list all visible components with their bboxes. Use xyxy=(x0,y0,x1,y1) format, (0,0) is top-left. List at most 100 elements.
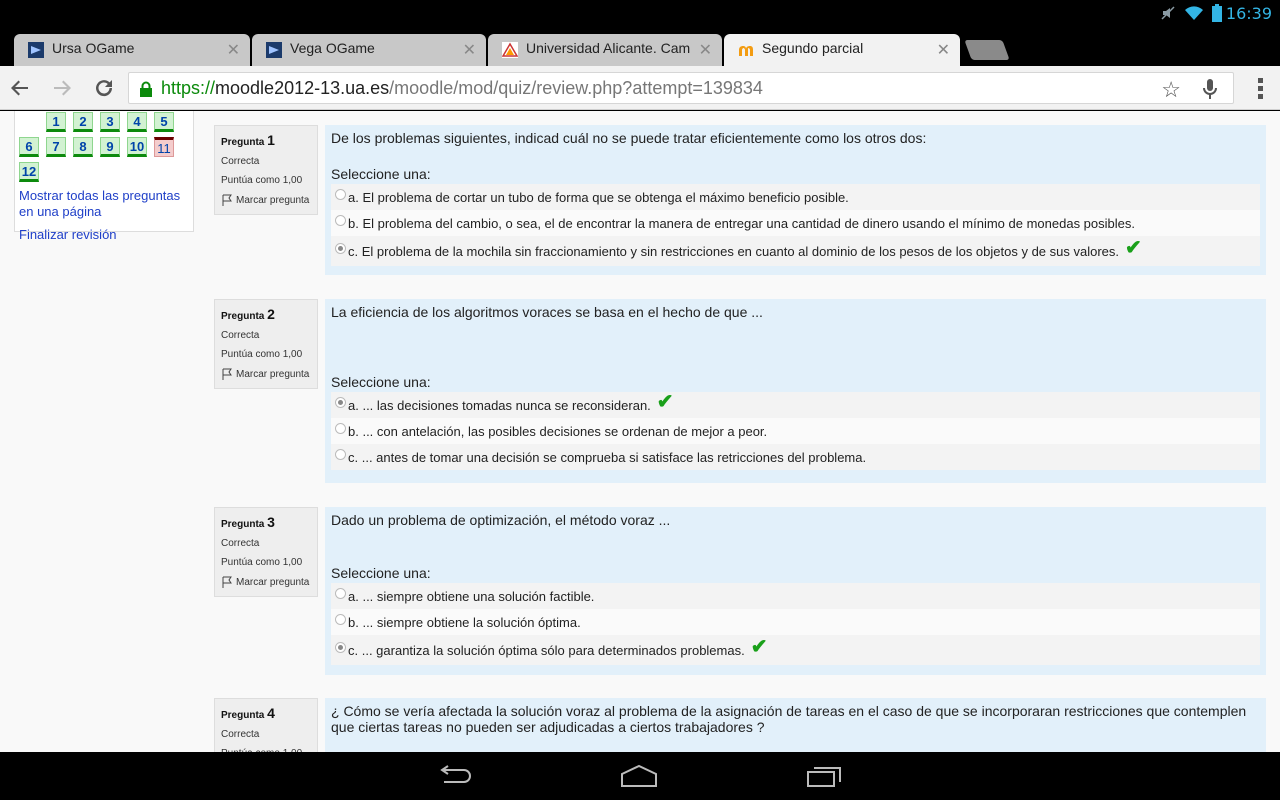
radio-button[interactable] xyxy=(335,396,346,408)
question-nav-button-10[interactable]: 10 xyxy=(127,137,147,157)
finish-review-link[interactable]: Finalizar revisión xyxy=(19,227,189,243)
recent-apps-icon[interactable] xyxy=(806,764,842,788)
answer-option[interactable]: c. El problema de la mochila sin fraccio… xyxy=(331,236,1260,266)
radio-button[interactable] xyxy=(335,422,346,434)
answer-options: a. El problema de cortar un tubo de form… xyxy=(331,184,1260,266)
system-navigation-bar xyxy=(0,752,1280,800)
quiz-nav-links: Mostrar todas las preguntas en una págin… xyxy=(19,188,189,243)
tab-title: Vega OGame xyxy=(290,40,375,56)
radio-button[interactable] xyxy=(335,587,346,599)
tab-universidad-alicante[interactable]: Universidad Alicante. Cam ✕ xyxy=(488,34,722,66)
answer-option[interactable]: b. ... siempre obtiene la solución óptim… xyxy=(331,609,1260,635)
url-scheme: https:// xyxy=(161,78,216,98)
quiz-navigation-block: 1 1 2 3 4 5 6 7 8 9 10 11 12 Mostrar tod… xyxy=(14,111,194,242)
reload-button[interactable] xyxy=(92,76,116,100)
question-grade: Puntúa como 1,00 xyxy=(221,175,303,186)
new-tab-button[interactable] xyxy=(964,40,1010,60)
question-content: Dado un problema de optimización, el mét… xyxy=(325,507,1266,675)
question-grade: Puntúa como 1,00 xyxy=(221,349,303,360)
question-number: Pregunta 4 xyxy=(221,705,275,721)
radio-button[interactable] xyxy=(335,214,346,226)
close-tab-icon[interactable]: ✕ xyxy=(937,40,950,60)
page-content: 1 1 2 3 4 5 6 7 8 9 10 11 12 Mostrar tod… xyxy=(0,111,1280,752)
question-info: Pregunta 3 Correcta Puntúa como 1,00 Mar… xyxy=(214,507,318,597)
answer-option[interactable]: b. El problema del cambio, o sea, el de … xyxy=(331,210,1260,236)
question-content: La eficiencia de los algoritmos voraces … xyxy=(325,299,1266,483)
status-icons xyxy=(1160,4,1222,22)
question-state: Correcta xyxy=(221,330,260,341)
question-state: Correcta xyxy=(221,156,260,167)
question-text: De los problemas siguientes, indicad cuá… xyxy=(331,130,927,146)
question-nav-button-1[interactable]: 1 xyxy=(46,112,66,132)
question-number: Pregunta 2 xyxy=(221,306,275,322)
question-1: Pregunta 1 Correcta Puntúa como 1,00 Mar… xyxy=(214,125,1266,275)
tab-title: Segundo parcial xyxy=(762,40,864,56)
close-tab-icon[interactable]: ✕ xyxy=(699,40,712,60)
tab-ursa-ogame[interactable]: Ursa OGame ✕ xyxy=(14,34,250,66)
answer-option[interactable]: a. ... las decisiones tomadas nunca se r… xyxy=(331,392,1260,418)
question-nav-buttons: 1 1 2 3 4 5 6 7 8 9 10 11 12 xyxy=(19,112,189,182)
answer-prompt: Seleccione una: xyxy=(331,374,431,390)
question-number: Pregunta 3 xyxy=(221,514,275,530)
show-all-questions-link[interactable]: Mostrar todas las preguntas en una págin… xyxy=(19,188,189,220)
tab-segundo-parcial[interactable]: Segundo parcial ✕ xyxy=(724,34,960,66)
question-nav-button-8[interactable]: 8 xyxy=(73,137,93,157)
question-nav-button-4[interactable]: 4 xyxy=(127,112,147,132)
answer-option[interactable]: a. El problema de cortar un tubo de form… xyxy=(331,184,1260,210)
flag-question-button[interactable]: Marcar pregunta xyxy=(221,368,311,380)
close-tab-icon[interactable]: ✕ xyxy=(227,40,240,60)
question-nav-button-6[interactable]: 6 xyxy=(19,137,39,157)
radio-button[interactable] xyxy=(335,448,346,460)
tab-vega-ogame[interactable]: Vega OGame ✕ xyxy=(252,34,486,66)
question-info: Pregunta 1 Correcta Puntúa como 1,00 Mar… xyxy=(214,125,318,215)
question-nav-button-7[interactable]: 7 xyxy=(46,137,66,157)
answer-option[interactable]: a. ... siempre obtiene una solución fact… xyxy=(331,583,1260,609)
question-2: Pregunta 2 Correcta Puntúa como 1,00 Mar… xyxy=(214,299,1266,483)
close-tab-icon[interactable]: ✕ xyxy=(463,40,476,60)
moodle-favicon-icon xyxy=(739,46,753,56)
menu-icon[interactable] xyxy=(1258,78,1264,102)
address-bar[interactable]: https://moodle2012-13.ua.es/moodle/mod/q… xyxy=(128,72,1234,104)
radio-button[interactable] xyxy=(335,188,346,200)
back-nav-icon[interactable] xyxy=(438,764,474,788)
question-info: Pregunta 2 Correcta Puntúa como 1,00 Mar… xyxy=(214,299,318,389)
answer-options: a. ... las decisiones tomadas nunca se r… xyxy=(331,392,1260,470)
system-status-bar: 16:39 xyxy=(0,0,1280,26)
question-4: Pregunta 4 Correcta Puntúa como 1,00 ¿ C… xyxy=(214,698,1266,752)
question-nav-button-12[interactable]: 12 xyxy=(19,162,39,182)
answer-prompt: Seleccione una: xyxy=(331,565,431,581)
answer-option[interactable]: b. ... con antelación, las posibles deci… xyxy=(331,418,1260,444)
question-content: De los problemas siguientes, indicad cuá… xyxy=(325,125,1266,275)
answer-option[interactable]: c. ... garantiza la solución óptima sólo… xyxy=(331,635,1260,665)
ogame-favicon-icon xyxy=(266,42,282,58)
answer-option[interactable]: c. ... antes de tomar una decisión se co… xyxy=(331,444,1260,470)
question-number: Pregunta 1 xyxy=(221,132,275,148)
forward-button[interactable] xyxy=(50,76,74,100)
back-button[interactable] xyxy=(8,76,32,100)
question-info: Pregunta 4 Correcta Puntúa como 1,00 xyxy=(214,698,318,752)
bookmark-star-icon[interactable]: ☆ xyxy=(1161,77,1181,103)
arrow-right-icon xyxy=(54,80,71,96)
question-nav-button-11[interactable]: 11 xyxy=(154,137,174,157)
flag-icon xyxy=(222,368,232,380)
answer-options: a. ... siempre obtiene una solución fact… xyxy=(331,583,1260,665)
question-nav-button-5[interactable]: 5 xyxy=(154,112,174,132)
correct-check-icon: ✔ xyxy=(656,391,674,413)
radio-button[interactable] xyxy=(335,613,346,625)
home-nav-icon[interactable] xyxy=(620,764,658,788)
url-text: https://moodle2012-13.ua.es/moodle/mod/q… xyxy=(161,78,763,99)
flag-icon xyxy=(222,194,232,206)
radio-button[interactable] xyxy=(335,641,346,653)
mute-icon xyxy=(1161,6,1175,20)
question-nav-button-9[interactable]: 9 xyxy=(100,137,120,157)
flag-question-button[interactable]: Marcar pregunta xyxy=(221,576,311,588)
question-nav-button-3[interactable]: 3 xyxy=(100,112,120,132)
microphone-icon[interactable] xyxy=(1203,78,1217,100)
radio-button[interactable] xyxy=(335,242,346,254)
flag-question-button[interactable]: Marcar pregunta xyxy=(221,194,311,206)
reload-icon xyxy=(96,80,113,97)
question-nav-button-2[interactable]: 2 xyxy=(73,112,93,132)
arrow-left-icon xyxy=(11,80,28,96)
battery-icon xyxy=(1212,4,1222,22)
correct-check-icon: ✔ xyxy=(1125,237,1142,259)
